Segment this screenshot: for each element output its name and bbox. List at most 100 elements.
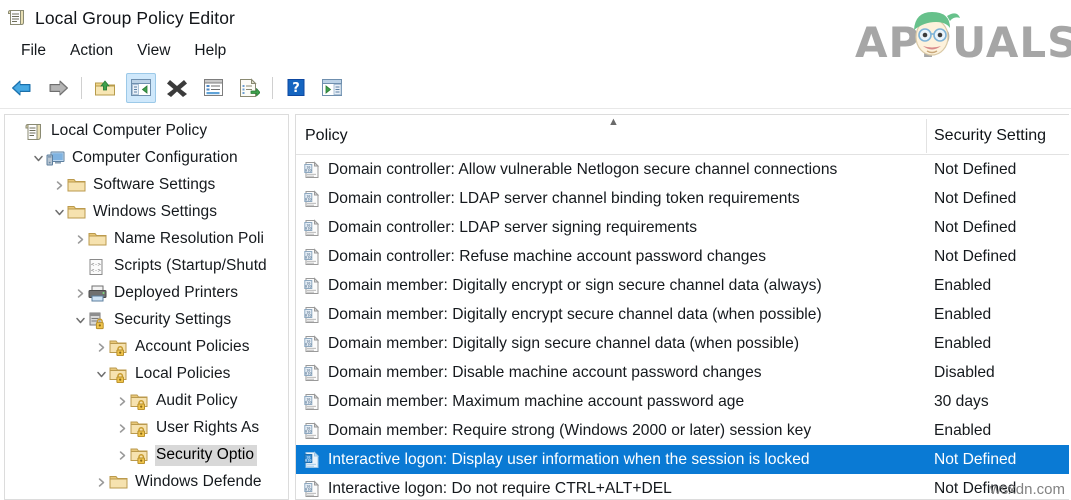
svg-text:010: 010 <box>305 226 312 230</box>
policy-name: Domain member: Digitally encrypt or sign… <box>328 277 938 295</box>
menu-item-file[interactable]: File <box>10 40 57 62</box>
policy-list-panel[interactable]: ▲ Policy Security Setting 10010Domain co… <box>295 114 1069 500</box>
tree-item-software-settings[interactable]: Software Settings <box>5 172 288 199</box>
console-tree-panel[interactable]: Local Computer Policy Computer Configurat… <box>4 114 289 500</box>
chevron-down-icon[interactable] <box>30 151 46 167</box>
show-action-pane-button[interactable] <box>317 73 347 103</box>
chevron-right-icon[interactable] <box>114 448 130 464</box>
tree-item-scripts-startup-shutd[interactable]: <-><-> Scripts (Startup/Shutd <box>5 253 288 280</box>
security-folder-icon <box>130 393 149 411</box>
chevron-right-icon[interactable] <box>93 340 109 356</box>
tree-item-account-policies[interactable]: Account Policies <box>5 334 288 361</box>
tree-item-label: Windows Settings <box>92 202 220 223</box>
tree-item-label: Scripts (Startup/Shutd <box>113 256 270 277</box>
column-divider[interactable] <box>926 119 927 153</box>
chevron-right-icon[interactable] <box>93 475 109 491</box>
tree-item-windows-defende[interactable]: Windows Defende <box>5 469 288 496</box>
svg-text:010: 010 <box>305 371 312 375</box>
policy-row[interactable]: 10010Domain member: Disable machine acco… <box>296 358 1069 387</box>
tree-item-name-resolution-poli[interactable]: Name Resolution Poli <box>5 226 288 253</box>
console-tree: Local Computer Policy Computer Configurat… <box>5 115 288 496</box>
column-header-security-setting[interactable]: Security Setting <box>934 127 1046 145</box>
toolbar: ? <box>0 66 1071 109</box>
show-hide-console-tree-button[interactable] <box>126 73 156 103</box>
security-folder-icon <box>130 420 149 438</box>
policy-setting-icon: 10010 <box>304 480 321 498</box>
policy-row[interactable]: 10010Interactive logon: Do not require C… <box>296 474 1069 500</box>
chevron-down-icon[interactable] <box>72 313 88 329</box>
chevron-right-icon[interactable] <box>51 178 67 194</box>
tree-item-label: Windows Defende <box>134 472 265 493</box>
script-icon: <-><-> <box>88 258 107 276</box>
appuals-mascot-icon <box>897 4 967 60</box>
delete-button[interactable] <box>162 73 192 103</box>
svg-text:010: 010 <box>305 487 312 491</box>
svg-text:010: 010 <box>305 342 312 346</box>
tree-item-windows-settings[interactable]: Windows Settings <box>5 199 288 226</box>
tree-item-local-policies[interactable]: Local Policies <box>5 361 288 388</box>
tree-item-computer-configuration[interactable]: Computer Configuration <box>5 145 288 172</box>
policy-setting-icon: 10010 <box>304 393 321 411</box>
menu-item-help[interactable]: Help <box>183 40 237 62</box>
svg-text:010: 010 <box>305 255 312 259</box>
policy-row[interactable]: 10010Interactive logon: Display user inf… <box>296 445 1069 474</box>
tree-item-label: User Rights As <box>155 418 262 439</box>
tree-item-label: Audit Policy <box>155 391 241 412</box>
chevron-right-icon[interactable] <box>72 286 88 302</box>
policy-row[interactable]: 10010Domain member: Digitally sign secur… <box>296 329 1069 358</box>
properties-button[interactable] <box>198 73 228 103</box>
policy-security-setting: 30 days <box>934 393 989 411</box>
toolbar-separator-2 <box>272 77 273 99</box>
menu-item-view[interactable]: View <box>126 40 181 62</box>
policy-name: Domain member: Require strong (Windows 2… <box>328 422 938 440</box>
tree-item-security-optio[interactable]: Security Optio <box>5 442 288 469</box>
policy-row[interactable]: 10010Domain controller: Refuse machine a… <box>296 242 1069 271</box>
chevron-right-icon[interactable] <box>114 394 130 410</box>
policy-row[interactable]: 10010Domain controller: LDAP server sign… <box>296 213 1069 242</box>
policy-row[interactable]: 10010Domain controller: Allow vulnerable… <box>296 155 1069 184</box>
policy-scroll-icon <box>25 123 44 141</box>
policy-setting-icon: 10010 <box>304 161 321 179</box>
svg-text:010: 010 <box>305 168 312 172</box>
policy-security-setting: Not Defined <box>934 161 1016 179</box>
export-list-button[interactable] <box>234 73 264 103</box>
up-one-level-button[interactable] <box>90 73 120 103</box>
policy-security-setting: Enabled <box>934 422 991 440</box>
policy-setting-icon: 10010 <box>304 277 321 295</box>
chevron-right-icon[interactable] <box>72 232 88 248</box>
menu-item-action[interactable]: Action <box>59 40 124 62</box>
policy-row[interactable]: 10010Domain member: Digitally encrypt se… <box>296 300 1069 329</box>
folder-icon <box>67 177 86 195</box>
policy-name: Domain controller: LDAP server channel b… <box>328 190 938 208</box>
help-button[interactable]: ? <box>281 73 311 103</box>
chevron-placeholder <box>72 259 88 275</box>
tree-item-label: Account Policies <box>134 337 253 358</box>
policy-name: Domain member: Digitally encrypt secure … <box>328 306 938 324</box>
chevron-right-icon[interactable] <box>114 421 130 437</box>
policy-row[interactable]: 10010 Domain member: Digitally encrypt or… <box>296 271 1069 300</box>
tree-item-user-rights-as[interactable]: User Rights As <box>5 415 288 442</box>
tree-item-security-settings[interactable]: Security Settings <box>5 307 288 334</box>
tree-item-label: Local Computer Policy <box>50 121 210 142</box>
tree-item-local-computer-policy[interactable]: Local Computer Policy <box>5 118 288 145</box>
policy-row[interactable]: 10010Domain controller: LDAP server chan… <box>296 184 1069 213</box>
policy-setting-icon: 10010 <box>304 364 321 382</box>
forward-button[interactable] <box>43 73 73 103</box>
chevron-down-icon[interactable] <box>51 205 67 221</box>
tree-item-deployed-printers[interactable]: Deployed Printers <box>5 280 288 307</box>
chevron-down-icon[interactable] <box>93 367 109 383</box>
security-folder-icon <box>109 366 128 384</box>
tree-item-audit-policy[interactable]: Audit Policy <box>5 388 288 415</box>
policy-security-setting: Enabled <box>934 277 991 295</box>
tree-item-label: Local Policies <box>134 364 233 385</box>
policy-row[interactable]: 10010Domain member: Maximum machine acco… <box>296 387 1069 416</box>
back-button[interactable] <box>7 73 37 103</box>
policy-setting-icon: 10010 <box>304 335 321 353</box>
computer-icon <box>46 150 65 168</box>
site-watermark: wsxdn.com <box>990 481 1065 498</box>
tree-item-label: Computer Configuration <box>71 148 241 169</box>
column-header-policy[interactable]: Policy <box>305 127 348 145</box>
policy-row[interactable]: 10010Domain member: Require strong (Wind… <box>296 416 1069 445</box>
svg-text:010: 010 <box>305 197 312 201</box>
tree-item-label: Software Settings <box>92 175 218 196</box>
